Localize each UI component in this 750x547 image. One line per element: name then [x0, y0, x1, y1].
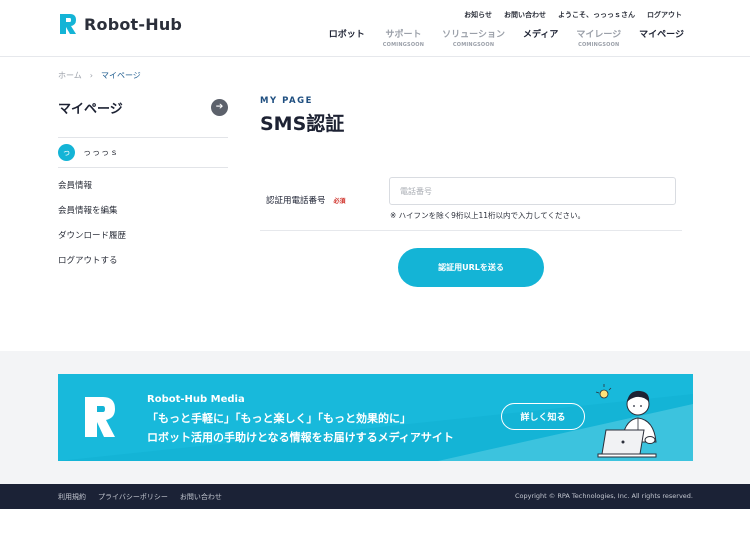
chevron-right-icon: ›: [89, 71, 93, 80]
sidebar-item-edit-member-info[interactable]: 会員情報を編集: [58, 205, 126, 230]
sidebar-title: マイページ: [58, 101, 123, 117]
nav-item-media[interactable]: メディア: [523, 27, 558, 40]
sidebar-divider: [58, 167, 228, 168]
breadcrumb-home[interactable]: ホーム: [58, 70, 82, 81]
site-footer: 利用規約 プライバシーポリシー お問い合わせ Copyright © RPA T…: [0, 484, 750, 509]
global-nav: ロボット サポート COMINGSOON ソリューション COMINGSOON …: [329, 27, 684, 48]
footer-links: 利用規約 プライバシーポリシー お問い合わせ: [58, 492, 222, 502]
nav-item-solution: ソリューション COMINGSOON: [442, 27, 505, 48]
nav-label: マイページ: [639, 30, 684, 40]
page-eyebrow: MY PAGE: [260, 96, 313, 106]
learn-more-button[interactable]: 詳しく知る: [501, 403, 585, 430]
media-banner[interactable]: Robot-Hub Media 「もっと手軽に」「もっと楽しく」「もっと効果的に…: [58, 374, 693, 461]
required-badge: 必須: [333, 197, 346, 205]
utility-nav: お知らせ お問い合わせ ようこそ、っっっｓさん ログアウト: [464, 10, 682, 20]
form-divider: [260, 230, 682, 231]
nav-item-mypage[interactable]: マイページ: [639, 27, 684, 40]
site-header: Robot-Hub お知らせ お問い合わせ ようこそ、っっっｓさん ログアウト …: [0, 0, 750, 57]
phone-field-label: 認証用電話番号 必須: [266, 194, 346, 206]
nav-label: マイレージ: [576, 30, 622, 40]
sidebar-header: マイページ ➔: [58, 95, 228, 119]
coming-soon-label: COMINGSOON: [578, 42, 620, 48]
sidebar-item-member-info[interactable]: 会員情報: [58, 180, 126, 205]
robot-hub-media-logo-icon: [85, 397, 115, 437]
person-with-laptop-icon: [595, 384, 657, 458]
nav-item-mileage: マイレージ COMINGSOON: [576, 27, 621, 48]
footer-link-terms[interactable]: 利用規約: [58, 492, 86, 502]
sidebar-divider: [58, 137, 228, 138]
phone-input[interactable]: [389, 177, 676, 205]
arrow-right-icon[interactable]: ➔: [211, 98, 228, 116]
nav-label: ソリューション: [442, 30, 505, 40]
avatar: っ: [58, 144, 75, 161]
nav-label: メディア: [522, 30, 559, 40]
footer-link-contact[interactable]: お問い合わせ: [180, 492, 222, 502]
logo-text: Robot-Hub: [84, 14, 183, 34]
robot-hub-logo-icon: [60, 14, 76, 34]
nav-label: ロボット: [328, 30, 365, 40]
utility-welcome: ようこそ、っっっｓさん: [558, 11, 635, 19]
sidebar: マイページ ➔ っ っっっｓ 会員情報 会員情報を編集 ダウンロード履歴 ログア…: [58, 95, 228, 266]
nav-label: サポート: [385, 30, 422, 40]
footer-link-privacy[interactable]: プライバシーポリシー: [98, 492, 168, 502]
sidebar-menu: 会員情報 会員情報を編集 ダウンロード履歴 ログアウトする: [58, 180, 126, 280]
phone-field-note: ※ ハイフンを除く9桁以上11桁以内で入力してください。: [390, 211, 586, 220]
banner-tagline-2: ロボット活用の手助けとなる情報をお届けするメディアサイト: [147, 431, 454, 444]
copyright: Copyright © RPA Technologies, Inc. All r…: [514, 492, 693, 500]
page-title: SMS認証: [260, 113, 345, 135]
utility-link-logout[interactable]: ログアウト: [647, 10, 682, 20]
nav-item-support: サポート COMINGSOON: [383, 27, 424, 48]
sidebar-user: っ っっっｓ: [58, 144, 119, 161]
phone-label-text: 認証用電話番号: [266, 196, 326, 206]
nav-item-robot[interactable]: ロボット: [329, 27, 365, 40]
site-logo[interactable]: Robot-Hub: [58, 11, 182, 37]
breadcrumb: ホーム › マイページ: [58, 70, 141, 81]
sidebar-item-logout[interactable]: ログアウトする: [58, 255, 126, 280]
sidebar-item-download-history[interactable]: ダウンロード履歴: [58, 230, 126, 255]
utility-link-news[interactable]: お知らせ: [464, 10, 492, 20]
banner-tagline-1: 「もっと手軽に」「もっと楽しく」「もっと効果的に」: [147, 412, 411, 425]
utility-link-contact[interactable]: お問い合わせ: [504, 10, 546, 20]
coming-soon-label: COMINGSOON: [382, 42, 425, 48]
username: っっっｓ: [83, 148, 119, 157]
banner-brand: Robot-Hub Media: [147, 394, 245, 405]
coming-soon-label: COMINGSOON: [452, 42, 495, 48]
breadcrumb-current: マイページ: [100, 71, 141, 80]
send-auth-url-button[interactable]: 認証用URLを送る: [398, 248, 544, 287]
